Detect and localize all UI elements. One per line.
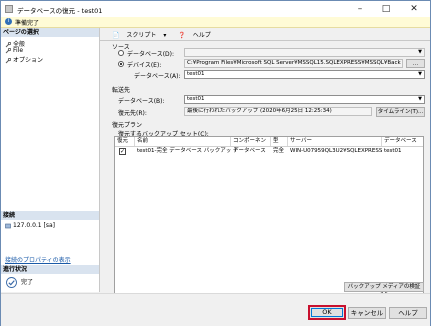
wrench-icon: [5, 57, 12, 64]
progress-header: 進行状況: [1, 265, 99, 274]
script-icon: 📄: [112, 32, 120, 39]
column-header-restore[interactable]: 復元: [115, 137, 135, 146]
help-label: ヘルプ: [192, 32, 211, 39]
restore-plan-header: 復元プラン: [112, 122, 143, 129]
row-component: データベース: [233, 148, 266, 154]
row-restore-checkbox[interactable]: ✓: [119, 148, 126, 155]
status-bar: i 準備完了: [1, 17, 430, 28]
column-header-type[interactable]: 型: [271, 137, 288, 146]
connection-info: 127.0.0.1 [sa]: [5, 222, 55, 229]
help-icon: ❓: [178, 32, 186, 39]
connection-header: 接続: [1, 211, 99, 220]
destination-database-label: データベース(B):: [118, 98, 165, 105]
chevron-down-icon: ▼: [418, 96, 422, 102]
chevron-down-icon[interactable]: ▾: [163, 32, 166, 39]
source-database-field[interactable]: test01 ▼: [184, 70, 425, 79]
status-text: 準備完了: [15, 20, 40, 27]
left-pane: ページの選択 全般 File オプション 接続 127.0.0.1 [sa] 接…: [1, 28, 100, 292]
source-database-select[interactable]: ▼: [184, 48, 425, 57]
destination-header: 転送先: [112, 87, 131, 94]
connection-value: 127.0.0.1 [sa]: [13, 222, 56, 229]
database-radio[interactable]: [118, 50, 124, 56]
sidebar-item-options[interactable]: オプション: [5, 55, 43, 64]
backup-sets-grid[interactable]: 復元 名前 コンポーネント 型 サーバー データベース ✓ test01-完全 …: [114, 136, 424, 304]
restore-database-window: データベースの復元 - test01 – □ ✕ i 準備完了 ページの選択 全…: [0, 0, 431, 326]
main-pane: 📄 スクリプト ▾ ❓ ヘルプ ソース データベース(D): ▼ デバイス(E)…: [100, 28, 430, 304]
close-icon[interactable]: ✕: [402, 1, 426, 17]
progress-text: 完了: [21, 279, 34, 286]
toolbar: 📄 スクリプト ▾ ❓ ヘルプ: [112, 30, 221, 39]
title-bar: データベースの復元 - test01 – □ ✕: [1, 1, 430, 17]
row-database: test01: [384, 148, 402, 154]
server-connection-icon: [5, 223, 11, 229]
window-title: データベースの復元 - test01: [17, 7, 103, 15]
row-name: test01-完全 データベース バックアップ: [137, 148, 231, 154]
column-header-component[interactable]: コンポーネント: [231, 137, 271, 153]
source-database-label: データベース(A):: [134, 73, 181, 80]
restore-to-field: 最後に行われたバックアップ (2020年6月25日 12:25:34): [184, 107, 372, 116]
sidebar-item-label: File: [13, 47, 24, 54]
column-header-name[interactable]: 名前: [135, 137, 231, 146]
device-path-field[interactable]: C:¥Program Files¥Microsoft SQL Server¥MS…: [184, 59, 403, 68]
restore-to-label: 復元先(R):: [118, 110, 147, 117]
timeline-button[interactable]: タイムライン(T)...: [376, 107, 425, 117]
source-database-value: test01: [187, 71, 205, 77]
connection-properties-link[interactable]: 接続のプロパティの表示: [5, 255, 71, 264]
database-icon: [5, 5, 13, 13]
verify-backup-media-button[interactable]: バックアップ メディアの検証(V): [344, 282, 424, 298]
ok-button[interactable]: OK: [308, 305, 346, 320]
chevron-down-icon: ▼: [418, 71, 422, 77]
pages-header: ページの選択: [1, 28, 99, 37]
script-label: スクリプト: [126, 32, 157, 39]
browse-button[interactable]: ...: [406, 59, 425, 68]
cancel-button[interactable]: キャンセル: [348, 307, 386, 319]
device-radio[interactable]: [118, 61, 124, 67]
row-server: WIN-U07959QL3U2¥SQLEXPRESS: [290, 148, 382, 154]
row-type: 完全: [273, 148, 285, 154]
help-footer-button[interactable]: ヘルプ: [389, 307, 427, 319]
sidebar-item-file[interactable]: File: [5, 47, 23, 54]
column-header-database[interactable]: データベース: [382, 137, 423, 146]
minimize-icon[interactable]: –: [348, 1, 372, 17]
script-button[interactable]: 📄 スクリプト ▾: [112, 32, 173, 39]
check-circle-icon: [6, 277, 17, 288]
info-icon: i: [5, 18, 12, 25]
chevron-down-icon: ▼: [418, 49, 422, 55]
maximize-icon[interactable]: □: [374, 1, 398, 17]
ok-label: OK: [322, 308, 332, 316]
toolbar-divider: [100, 40, 430, 41]
column-header-server[interactable]: サーバー: [288, 137, 382, 146]
destination-database-value: test01: [187, 96, 205, 102]
wrench-icon: [5, 47, 12, 54]
sidebar-item-label: オプション: [13, 57, 44, 64]
database-radio-label: データベース(D):: [127, 51, 175, 58]
device-radio-label: デバイス(E):: [127, 62, 162, 69]
destination-database-select[interactable]: test01 ▼: [184, 95, 425, 104]
help-button[interactable]: ❓ ヘルプ: [178, 32, 215, 39]
